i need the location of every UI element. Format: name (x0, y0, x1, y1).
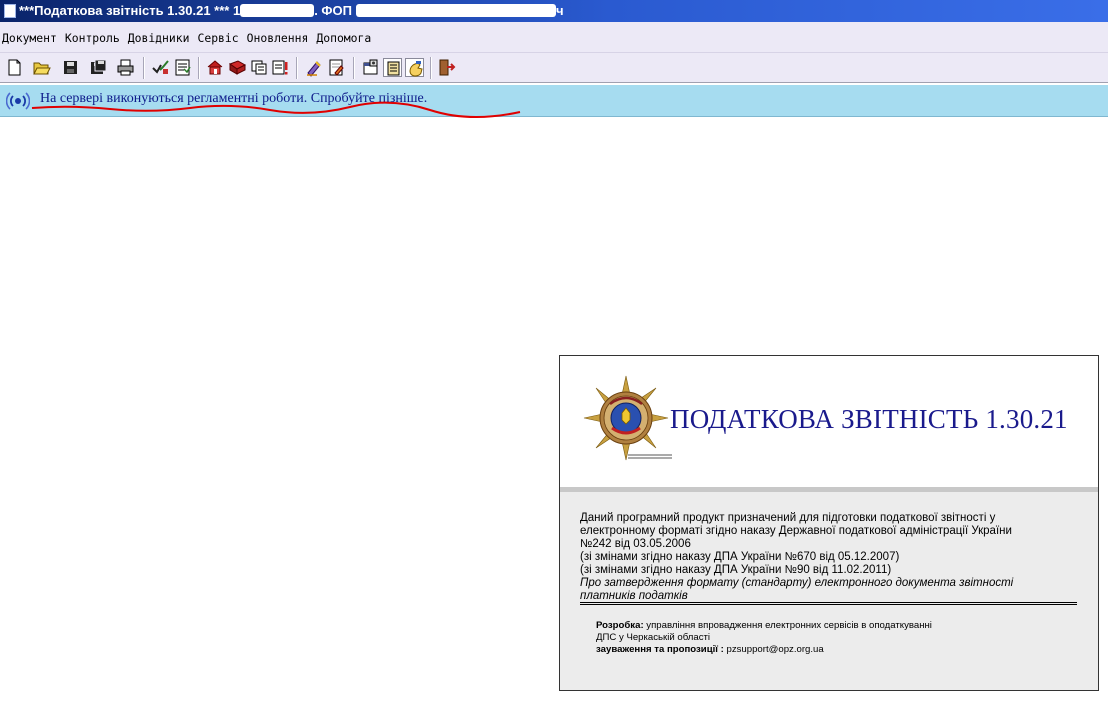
menu-document[interactable]: Документ (2, 31, 57, 45)
home-icon[interactable] (206, 58, 225, 77)
menu-bar: Документ Контроль Довідники Сервіс Оновлення… (0, 22, 1108, 53)
exit-icon[interactable] (437, 58, 456, 77)
toolbar-separator (198, 57, 200, 79)
edit-document-icon[interactable] (327, 58, 346, 77)
hand-icon[interactable] (405, 58, 424, 77)
properties-icon[interactable] (361, 58, 380, 77)
tax-service-emblem (583, 375, 669, 461)
splash-description: Даний програмний продукт призначений для… (580, 512, 1080, 603)
report-icon[interactable] (173, 58, 192, 77)
toolbar-separator (143, 57, 145, 79)
desc-line: (зі змінами згідно наказу ДПА України №9… (580, 564, 892, 576)
menu-help[interactable]: Допомога (316, 31, 371, 45)
splash-credits: Розробка: управління впровадження електр… (596, 620, 1076, 656)
menu-directories[interactable]: Довідники (128, 31, 190, 45)
window-title-bar[interactable]: ***Податкова звітність 1.30.21 *** 1 . ФО… (0, 0, 1108, 22)
toolbar (0, 53, 1108, 83)
save-as-icon[interactable] (89, 58, 108, 77)
window-title-part2: . ФОП (314, 3, 352, 18)
desc-line: №242 від 03.05.2006 (580, 538, 691, 550)
notice-underline (31, 101, 521, 118)
dev-text-2: ДПС у Черкаській області (596, 632, 711, 643)
desc-line: (зі змінами згідно наказу ДПА України №6… (580, 551, 900, 563)
new-document-icon[interactable] (5, 58, 24, 77)
redacted-block (355, 4, 556, 18)
copy-icon[interactable] (250, 58, 269, 77)
splash-title: ПОДАТКОВА ЗВІТНІСТЬ 1.30.21 (670, 404, 1068, 434)
desc-divider (580, 602, 1077, 605)
sign-icon[interactable] (305, 58, 324, 77)
contact-email[interactable]: pzsupport@opz.org.ua (724, 644, 823, 655)
toolbar-separator (353, 57, 355, 79)
about-splash: ПОДАТКОВА ЗВІТНІСТЬ 1.30.21 Даний програ… (559, 355, 1099, 691)
desc-line: електронному форматі згідно наказу Держа… (580, 525, 1012, 537)
splash-header: ПОДАТКОВА ЗВІТНІСТЬ 1.30.21 (560, 356, 1098, 492)
window-title-part3: ч (555, 3, 564, 18)
app-icon (4, 3, 16, 18)
open-folder-icon[interactable] (32, 58, 51, 77)
toolbar-separator (296, 57, 298, 79)
desc-italic-line: Про затвердження формату (стандарту) еле… (580, 577, 1014, 589)
check-icon[interactable] (151, 58, 170, 77)
alert-icon[interactable] (271, 58, 290, 77)
desc-line: Даний програмний продукт призначений для… (580, 512, 996, 524)
menu-service[interactable]: Сервіс (197, 31, 238, 45)
book-icon[interactable] (228, 58, 247, 77)
print-icon[interactable] (116, 58, 135, 77)
save-icon[interactable] (61, 58, 80, 77)
emblem-underline (628, 454, 672, 459)
dev-text: управління впровадження електронних серв… (643, 620, 932, 631)
redacted-block (240, 4, 315, 18)
toolbar-separator (430, 57, 432, 79)
broadcast-icon (6, 92, 30, 110)
menu-control[interactable]: Контроль (65, 31, 120, 45)
window-title-part1: ***Податкова звітність 1.30.21 *** 1 (19, 3, 241, 18)
list-icon[interactable] (383, 58, 402, 77)
contact-label: зауваження та пропозиції : (596, 644, 724, 655)
dev-label: Розробка: (596, 620, 644, 631)
menu-updates[interactable]: Оновлення (247, 31, 309, 45)
